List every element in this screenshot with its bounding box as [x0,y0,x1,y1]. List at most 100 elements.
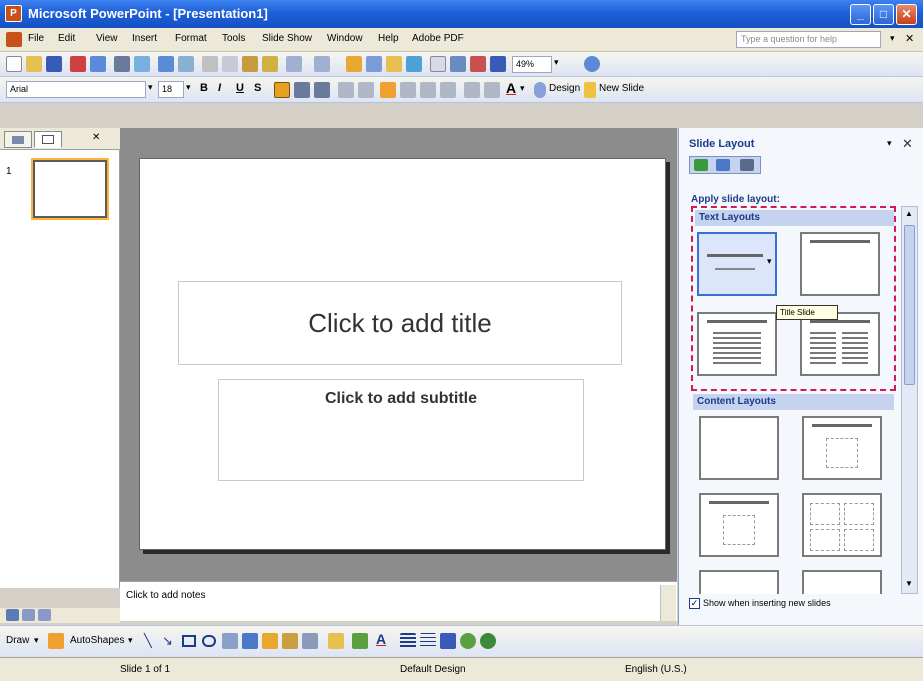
new-icon[interactable] [6,56,22,72]
decrease-indent-icon[interactable] [464,82,480,98]
research-icon[interactable] [178,56,194,72]
copy-icon[interactable] [222,56,238,72]
font-size-dropdown-icon[interactable]: ▾ [186,82,191,93]
menu-tools[interactable]: Tools [222,33,245,44]
close-document-button[interactable]: ✕ [905,32,914,45]
minimize-button[interactable]: _ [850,4,871,25]
layout-content-partial-1[interactable] [699,570,779,594]
text-box-icon[interactable] [222,633,238,649]
subtitle-placeholder[interactable]: Click to add subtitle [218,379,584,481]
close-pane-button[interactable]: ✕ [92,132,100,143]
print-icon[interactable] [114,56,130,72]
menu-adobe-pdf[interactable]: Adobe PDF [412,33,464,44]
menu-help[interactable]: Help [378,33,399,44]
oval-icon[interactable] [202,635,216,647]
home-icon[interactable] [740,159,754,171]
scroll-up-icon[interactable]: ▲ [905,209,913,218]
show-when-inserting-checkbox[interactable]: ✓ [689,598,700,610]
3d-style-icon[interactable] [480,633,496,649]
document-icon[interactable] [6,32,22,47]
menu-slide-show[interactable]: Slide Show [262,33,312,44]
menu-view[interactable]: View [96,33,118,44]
align-left-icon[interactable] [274,82,290,98]
font-name-combo[interactable]: Arial [6,81,146,98]
undo-icon[interactable] [286,56,302,72]
powerpoint-app-icon[interactable]: P [5,5,22,22]
normal-view-icon[interactable] [6,609,19,621]
draw-dropdown-icon[interactable]: ▾ [34,635,39,646]
zoom-dropdown-icon[interactable]: ▾ [554,57,559,68]
grow-font-icon[interactable] [420,82,436,98]
expand-all-icon[interactable] [430,56,446,72]
notes-pane[interactable]: Click to add notes [120,581,677,621]
diagram-icon[interactable] [262,633,278,649]
open-icon[interactable] [26,56,42,72]
cut-icon[interactable] [202,56,218,72]
color-grayscale-icon[interactable] [490,56,506,72]
arrow-icon[interactable]: ↘ [162,633,173,649]
layout-title-and-two-content[interactable] [802,493,882,557]
shadow-button[interactable]: S [254,82,261,94]
arrow-style-icon[interactable] [440,633,456,649]
scroll-down-icon[interactable]: ▼ [905,579,913,588]
email-icon[interactable] [90,56,106,72]
menu-file[interactable]: File [28,33,44,44]
menu-insert[interactable]: Insert [132,33,157,44]
shrink-font-icon[interactable] [440,82,456,98]
print-preview-icon[interactable] [134,56,150,72]
font-color-button[interactable]: A [506,80,516,96]
bold-button[interactable]: B [200,82,208,94]
task-pane-menu-icon[interactable]: ▾ [887,138,892,149]
slide-sorter-view-icon[interactable] [22,609,35,621]
line-icon[interactable]: ╲ [144,633,152,649]
layout-title-slide[interactable]: ▾ [697,232,777,296]
dash-style-icon[interactable] [420,633,436,649]
italic-button[interactable]: I [218,82,221,94]
increase-font-size-icon[interactable] [380,82,396,98]
center-icon[interactable] [294,82,310,98]
scrollbar-thumb[interactable] [904,225,915,385]
design-button[interactable]: Design [549,83,580,94]
tab-outline[interactable] [4,131,32,148]
help-dropdown-icon[interactable]: ▾ [890,33,895,44]
layout-dropdown-icon[interactable]: ▾ [767,256,772,267]
back-icon[interactable] [694,159,708,171]
menu-window[interactable]: Window [327,33,363,44]
decrease-font-size-icon[interactable] [400,82,416,98]
insert-hyperlink-icon[interactable] [406,56,422,72]
redo-icon[interactable] [314,56,330,72]
numbering-icon[interactable] [338,82,354,98]
wordart-icon[interactable] [242,633,258,649]
slide-show-view-icon[interactable] [38,609,51,621]
tables-borders-icon[interactable] [386,56,402,72]
menu-format[interactable]: Format [175,33,207,44]
show-formatting-icon[interactable] [450,56,466,72]
title-bar[interactable]: P Microsoft PowerPoint - [Presentation1]… [0,0,923,28]
autoshapes-menu-button[interactable]: AutoShapes [70,635,125,646]
maximize-button[interactable]: □ [873,4,894,25]
layout-title-and-two-column-text[interactable] [800,312,880,376]
bullets-icon[interactable] [358,82,374,98]
line-color-icon[interactable] [352,633,368,649]
tab-slides[interactable] [34,131,62,148]
menu-edit[interactable]: Edit [58,33,75,44]
layout-title-only[interactable] [800,232,880,296]
help-question-box[interactable]: Type a question for help [736,31,881,48]
font-size-combo[interactable]: 18 [158,81,184,98]
clip-art-icon[interactable] [282,633,298,649]
layout-content-partial-2[interactable] [802,570,882,594]
align-right-icon[interactable] [314,82,330,98]
new-slide-button[interactable]: New Slide [599,83,644,94]
show-grid-icon[interactable] [470,56,486,72]
permission-icon[interactable] [70,56,86,72]
zoom-combo[interactable]: 49% [512,56,552,73]
task-pane-scrollbar[interactable]: ▲ ▼ [901,206,918,594]
insert-chart-icon[interactable] [346,56,362,72]
line-style-icon[interactable] [400,633,416,649]
slide-thumbnail[interactable] [33,160,107,218]
title-placeholder[interactable]: Click to add title [178,281,622,365]
help-icon[interactable] [584,56,600,72]
draw-font-color-icon[interactable]: A [376,631,386,647]
notes-scrollbar[interactable] [660,585,676,621]
layout-title-and-text[interactable] [697,312,777,376]
